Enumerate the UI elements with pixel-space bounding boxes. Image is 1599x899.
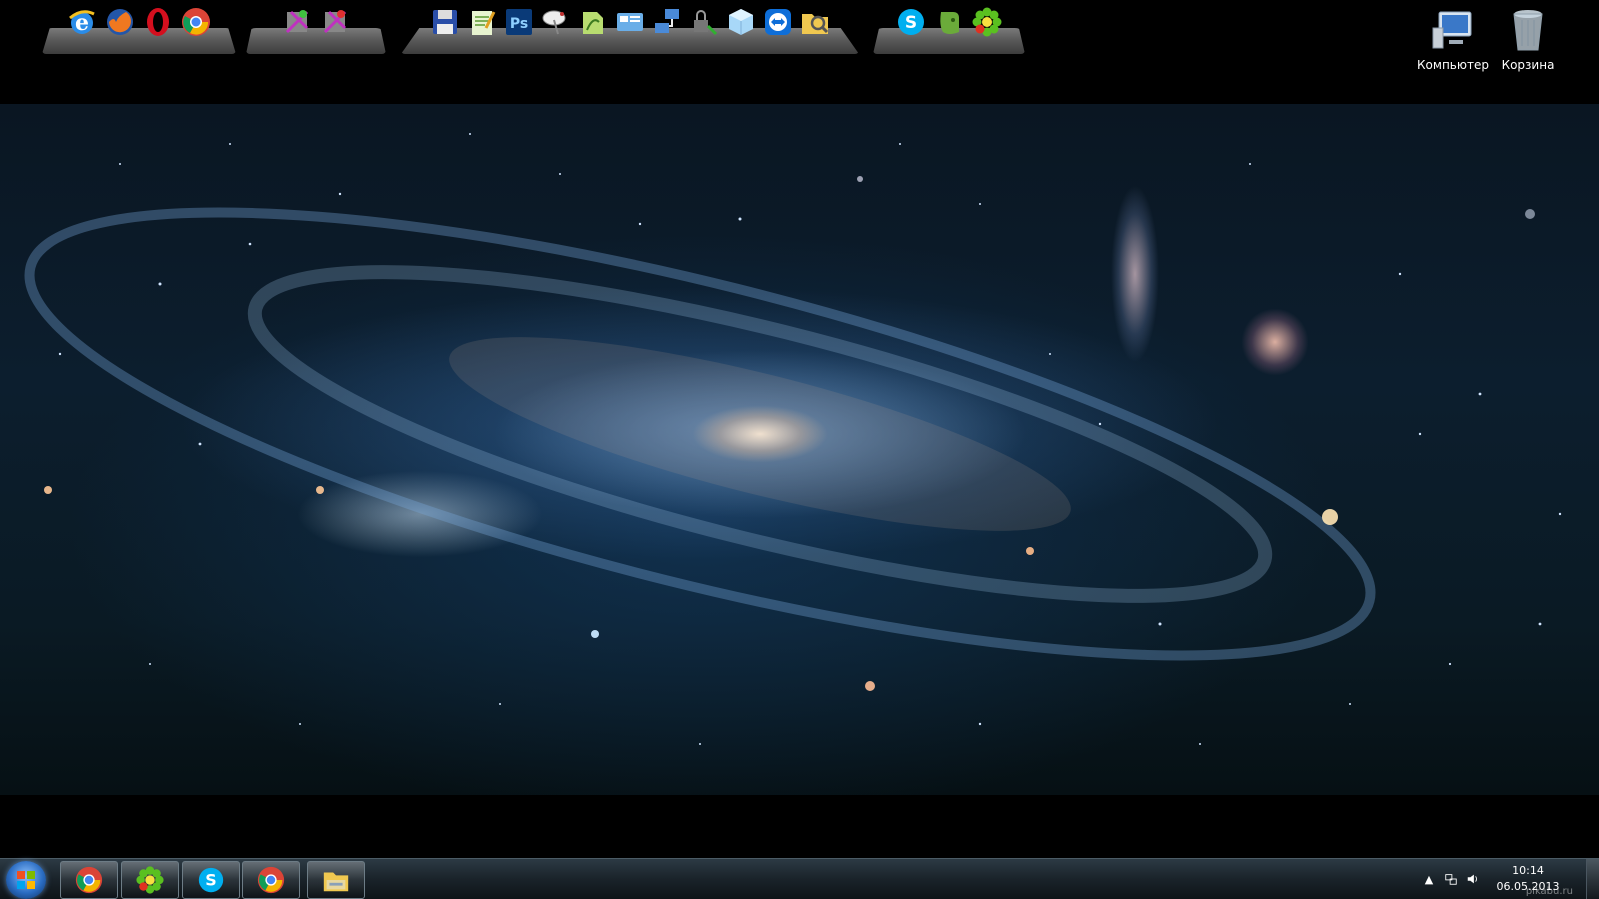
- volume-tray-icon[interactable]: [1465, 871, 1481, 887]
- evernote-icon[interactable]: [932, 2, 966, 42]
- teamviewer-icon[interactable]: [761, 2, 795, 42]
- dock-messengers: S: [873, 0, 1025, 56]
- dock-browsers: e: [42, 0, 236, 56]
- chrome-icon: [75, 866, 103, 894]
- explorer-folder-icon: [323, 872, 349, 892]
- skype-letter: S: [205, 871, 216, 890]
- floppy-save-icon[interactable]: [428, 2, 462, 42]
- taskbar-icq-button[interactable]: [121, 861, 179, 899]
- icq-icon[interactable]: [970, 2, 1004, 42]
- dock-tools: [246, 0, 386, 56]
- clock-time: 10:14: [1512, 864, 1544, 877]
- watermark: pikabu.ru: [1525, 886, 1573, 897]
- slik-tool-icon[interactable]: [280, 2, 314, 42]
- dock-utilities: Ps: [401, 0, 859, 56]
- network-tray-icon[interactable]: [1443, 871, 1459, 887]
- show-desktop-button[interactable]: [1586, 859, 1599, 899]
- taskbar: S ▲ 10:14 06.05.2013 pikabu.ru: [0, 858, 1599, 899]
- desktop-icon-computer[interactable]: Компьютер: [1413, 6, 1493, 72]
- edit-icon[interactable]: [576, 2, 610, 42]
- photoshop-label: Ps: [510, 16, 528, 32]
- search-folder-icon[interactable]: [798, 2, 832, 42]
- firefox-icon[interactable]: [103, 2, 137, 42]
- internet-explorer-icon[interactable]: e: [65, 2, 99, 42]
- computer-icon: [1432, 11, 1472, 49]
- computer-label: Компьютер: [1417, 58, 1489, 72]
- start-button[interactable]: [6, 861, 46, 899]
- desktop-icon-recycle-bin[interactable]: Корзина: [1488, 6, 1568, 72]
- icq-icon: [136, 866, 164, 894]
- network-icon[interactable]: [650, 2, 684, 42]
- chrome-icon[interactable]: [179, 2, 213, 42]
- opera-icon[interactable]: [141, 2, 175, 42]
- skype-letter: S: [905, 13, 917, 33]
- notepad-icon[interactable]: [465, 2, 499, 42]
- slik-tool-2-icon[interactable]: [318, 2, 352, 42]
- skype-icon: S: [198, 867, 224, 893]
- taskbar-skype-button[interactable]: S: [182, 861, 240, 899]
- photoshop-icon[interactable]: Ps: [502, 2, 536, 42]
- galaxy-wallpaper: [0, 104, 1599, 795]
- skype-icon[interactable]: S: [894, 2, 928, 42]
- taskbar-explorer-button[interactable]: [307, 861, 365, 899]
- start-icon: [17, 871, 35, 889]
- system-tray: ▲ 10:14 06.05.2013 pikabu.ru: [1409, 859, 1599, 899]
- chrome-icon: [257, 866, 285, 894]
- taskbar-chrome-2-button[interactable]: [242, 861, 300, 899]
- recycle-bin-icon: [1513, 10, 1543, 51]
- lock-network-icon[interactable]: [687, 2, 721, 42]
- recycle-bin-label: Корзина: [1501, 58, 1555, 72]
- show-hidden-icons-arrow[interactable]: ▲: [1421, 871, 1437, 887]
- taskbar-chrome-button[interactable]: [60, 861, 118, 899]
- desktop: e Ps S Компьютер Корзина S ▲ 10:14 06.05…: [0, 0, 1599, 899]
- satellite-dish-icon[interactable]: [539, 2, 573, 42]
- cube-icon[interactable]: [724, 2, 758, 42]
- control-panel-icon[interactable]: [613, 2, 647, 42]
